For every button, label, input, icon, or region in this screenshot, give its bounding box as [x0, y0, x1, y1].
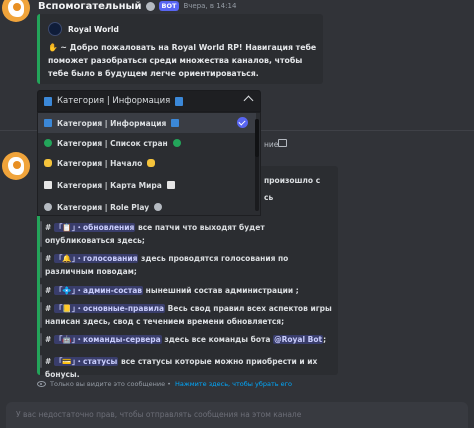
- image-icon: [278, 139, 287, 147]
- bot-badge: BOT: [158, 1, 180, 11]
- book-icon: [175, 96, 184, 106]
- quote-bar: [40, 252, 42, 278]
- message-input[interactable]: У вас недостаточно прав, чтобы отправлят…: [6, 402, 468, 428]
- channel-mention-updates[interactable]: 「📋」・обновления: [53, 223, 136, 232]
- wave-hand-icon: [147, 159, 156, 167]
- select-option-countries[interactable]: Категория | Список стран: [38, 133, 256, 153]
- author-name[interactable]: Вспомогательный: [38, 1, 142, 12]
- channel-mention-commands[interactable]: 「🤖」・команды-сервера: [53, 335, 162, 344]
- channel-entry: # 「🤖」・команды-сервера здесь все команды …: [45, 335, 327, 344]
- page-icon: [166, 181, 175, 189]
- status-icon: [145, 1, 155, 11]
- chevron-up-icon[interactable]: [243, 95, 254, 106]
- embed-author-name: Royal World: [68, 24, 119, 34]
- bot-avatar[interactable]: [2, 152, 30, 180]
- quote-bar: [40, 355, 42, 368]
- select-option-roleplay[interactable]: Категория | Role Play: [38, 197, 256, 215]
- channel-entry: # 「🔔」・голосования здесь проводятся голос…: [45, 254, 289, 276]
- hidden-text-fragment: ние: [264, 140, 279, 149]
- channel-entry: # 「💳」・статусы все статусы которые можно …: [45, 357, 318, 379]
- green-circle-icon: [44, 139, 52, 147]
- channel-mention-statuses[interactable]: 「💳」・статусы: [53, 357, 119, 366]
- message-timestamp: Вчера, в 14:14: [183, 2, 237, 10]
- checkmark-icon: [237, 117, 248, 128]
- welcome-embed: Royal World ✋ ~ Добро пожаловать на Roya…: [37, 14, 323, 84]
- bot-user-mention[interactable]: @Royal Bot: [273, 335, 324, 344]
- wave-hand-icon: [44, 159, 52, 167]
- select-option-map[interactable]: Категория | Карта Мира: [38, 175, 256, 195]
- book-icon: [44, 119, 52, 127]
- quote-bar: [40, 221, 42, 247]
- hidden-text-fragment: произошло с: [264, 176, 321, 185]
- quote-bar: [40, 302, 42, 328]
- message-header: Вспомогательный BOT Вчера, в 14:14: [38, 0, 236, 12]
- select-option-start[interactable]: Категория | Начало: [38, 153, 256, 173]
- channel-entry: # 「📒」・основные-правила Весь свод правил …: [45, 304, 332, 326]
- ephemeral-text: Только вы видите это сообщение •: [50, 380, 171, 388]
- dropdown-scrollbar-thumb[interactable]: [255, 119, 259, 157]
- dismiss-link[interactable]: Нажмите здесь, чтобы убрать его: [175, 380, 292, 388]
- category-dropdown: Категория | Информация Категория | Списо…: [37, 112, 261, 216]
- channel-mention-votes[interactable]: 「🔔」・голосования: [53, 254, 139, 263]
- quote-bar: [40, 284, 42, 297]
- category-select[interactable]: Категория | Информация: [37, 90, 261, 112]
- quote-bar: [40, 333, 42, 346]
- server-logo-icon: [48, 22, 62, 36]
- select-option-info[interactable]: Категория | Информация: [38, 113, 256, 133]
- masks-icon: [44, 203, 52, 211]
- channel-mention-rules[interactable]: 「📒」・основные-правила: [53, 304, 166, 313]
- green-circle-icon: [172, 139, 181, 147]
- page-icon: [44, 181, 52, 189]
- select-value: Категория | Информация: [57, 96, 171, 106]
- masks-icon: [154, 203, 163, 211]
- embed-description: ✋ ~ Добро пожаловать на Royal World RP! …: [48, 43, 317, 78]
- channel-entry: # 「📋」・обновления все патчи что выходят б…: [45, 223, 265, 245]
- book-icon: [44, 96, 52, 106]
- ephemeral-note: Только вы видите это сообщение • Нажмите…: [37, 380, 292, 388]
- book-icon: [171, 119, 180, 127]
- channel-mention-admins[interactable]: 「💠」・админ-состав: [53, 286, 144, 295]
- bot-avatar[interactable]: [2, 0, 30, 22]
- channel-entry: # 「💠」・админ-состав нынешний состав админ…: [45, 286, 299, 295]
- eye-icon: [37, 381, 46, 387]
- hidden-text-fragment: сь: [264, 193, 274, 202]
- embed-author: Royal World: [48, 22, 119, 36]
